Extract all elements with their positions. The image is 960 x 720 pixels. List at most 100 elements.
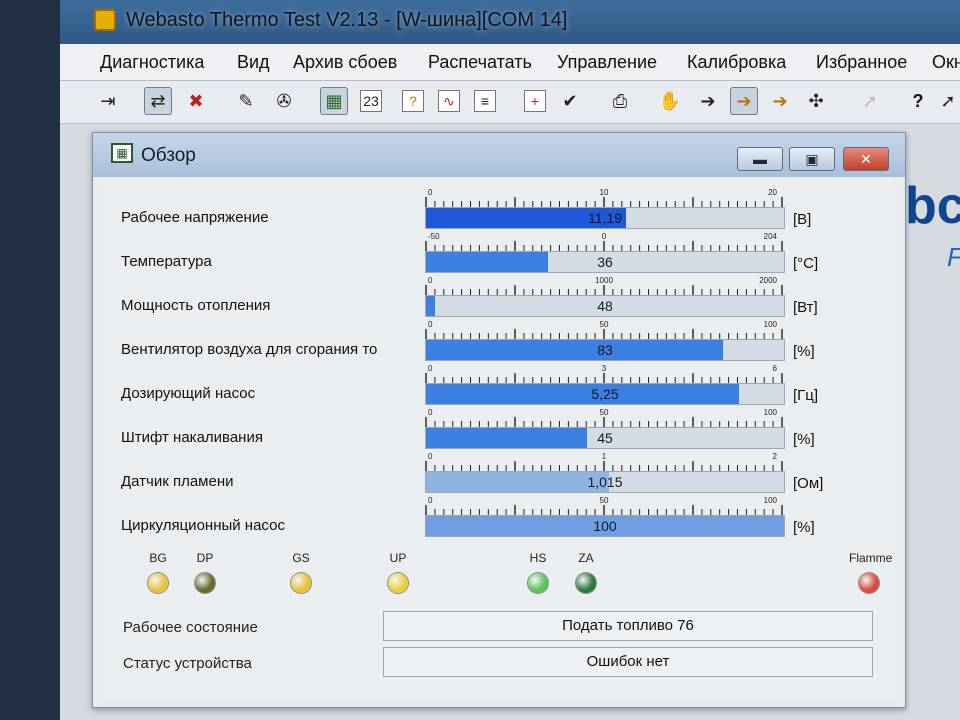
status-led-icon [528, 573, 548, 593]
heater-icon[interactable]: ➔ [766, 87, 794, 115]
close-button[interactable]: ✕ [843, 147, 889, 171]
menu-calibration[interactable]: Калибровка [687, 52, 786, 73]
stop-icon[interactable]: ✖ [182, 87, 210, 115]
gauge-row: Вентилятор воздуха для сгорания то 0 50 100… [103, 315, 893, 361]
gauge-value: 45 [597, 430, 613, 446]
tool-icon[interactable]: ✎ [232, 87, 260, 115]
gauge-row: Температура -50 0 204 36 [°C] [103, 227, 893, 273]
operating-state-field: Подать топливо 76 [383, 611, 873, 641]
menu-favorites[interactable]: Избранное [816, 52, 907, 73]
scale-label: 204 [764, 232, 778, 241]
exit-icon[interactable]: ⇥ [94, 87, 122, 115]
gauge-unit: [%] [793, 343, 815, 360]
fan-icon[interactable]: ✣ [802, 87, 830, 115]
overview-title-bar[interactable]: ▦ Обзор ▬ ▣ ✕ [93, 133, 905, 177]
status-led-icon [291, 573, 311, 593]
gauge-scale: 0 10 20 [425, 188, 783, 207]
scale-label: 100 [764, 496, 778, 505]
overview-body: Рабочее напряжение 0 10 20 11,19 [В] Температу… [103, 177, 893, 699]
webasto-app-icon [94, 9, 116, 31]
menu-bar: Диагностика Вид Архив сбоев Распечатать … [60, 44, 960, 81]
scale-label: 100 [764, 408, 778, 417]
overview-window-icon: ▦ [111, 143, 133, 163]
minimize-button[interactable]: ▬ [737, 147, 783, 171]
gauge-scale: 0 50 100 [425, 408, 783, 427]
title-bar[interactable]: Webasto Thermo Test V2.13 - [W-шина][COM… [60, 0, 960, 44]
gauge-value: 11,19 [588, 210, 622, 226]
overview-icon[interactable]: ▦ [320, 87, 348, 115]
scale-label: 2000 [759, 276, 777, 285]
arrow-icon[interactable]: ➔ [694, 87, 722, 115]
menu-control[interactable]: Управление [557, 52, 657, 73]
plus-icon[interactable]: + [524, 90, 546, 112]
gauge-scale: 0 50 100 [425, 496, 783, 515]
device-status-field: Ошибок нет [383, 647, 873, 677]
gauge-row: Штифт накаливания 0 50 100 45 [%] [103, 403, 893, 449]
overview-title: Обзор [141, 145, 196, 166]
chart-icon[interactable]: ∿ [438, 90, 460, 112]
gauge-value: 1,015 [587, 474, 623, 490]
help-box-icon[interactable]: ? [402, 90, 424, 112]
gauge-scale: 0 50 100 [425, 320, 783, 339]
gauge-row: Рабочее напряжение 0 10 20 11,19 [В] [103, 183, 893, 229]
menu-diagnostics[interactable]: Диагностика [100, 52, 204, 73]
print-icon[interactable]: ⎙ [606, 87, 634, 115]
scale-label: 0 [602, 232, 607, 241]
gauge-label: Рабочее напряжение [121, 209, 269, 226]
scale-label: 50 [600, 320, 609, 329]
pointer-icon[interactable]: ➚ [934, 87, 960, 115]
device-status-label: Статус устройства [123, 655, 252, 672]
question-icon[interactable]: ? [904, 87, 932, 115]
list-icon[interactable]: ≡ [474, 90, 496, 112]
paint-icon[interactable]: ✇ [270, 87, 298, 115]
gauge-value: 83 [597, 342, 613, 358]
gauge-label: Циркуляционный насос [121, 517, 285, 534]
table-icon[interactable]: 23 [360, 90, 382, 112]
gauge-label: Температура [121, 253, 212, 270]
heater-on-icon[interactable]: ➔ [730, 87, 758, 115]
scale-label: -50 [428, 232, 440, 241]
led-label: HS [529, 551, 547, 565]
scale-label: 1000 [595, 276, 613, 285]
gauge-unit: [°C] [793, 255, 819, 272]
scale-label: 2 [773, 452, 778, 461]
scale-label: 0 [428, 320, 433, 329]
gauge-unit: [%] [793, 519, 815, 536]
gauge-row: Циркуляционный насос 0 50 100 100 [%] [103, 491, 893, 537]
desktop-edge [0, 0, 60, 720]
menu-window[interactable]: Окн [932, 52, 960, 73]
gauge-scale: 0 3 6 [425, 364, 783, 383]
scale-label: 50 [600, 408, 609, 417]
gauge-bar: 83 [425, 339, 785, 361]
menu-fault-archive[interactable]: Архив сбоев [293, 52, 397, 73]
gauge-label: Штифт накаливания [121, 429, 263, 446]
scale-label: 0 [428, 452, 433, 461]
status-led-icon [148, 573, 168, 593]
scale-label: 3 [602, 364, 607, 373]
gauge-row: Мощность отопления 0 1000 2000 48 [Вт] [103, 271, 893, 317]
maximize-button[interactable]: ▣ [789, 147, 835, 171]
hand-icon[interactable]: ✋ [656, 87, 684, 115]
scale-label: 0 [428, 364, 433, 373]
scale-label: 0 [428, 496, 433, 505]
gauge-label: Вентилятор воздуха для сгорания то [121, 341, 378, 358]
overview-window: ▦ Обзор ▬ ▣ ✕ Рабочее напряжение 0 10 20 11,… [92, 132, 906, 708]
gauge-bar: 45 [425, 427, 785, 449]
gauge-scale: 0 1 2 [425, 452, 783, 471]
scale-label: 1 [602, 452, 607, 461]
led-label: GS [292, 551, 310, 565]
check-icon[interactable]: ✔ [556, 87, 584, 115]
refresh-icon[interactable]: ⇄ [144, 87, 172, 115]
menu-print[interactable]: Распечатать [428, 52, 532, 73]
scale-label: 0 [428, 188, 433, 197]
menu-view[interactable]: Вид [237, 52, 270, 73]
scale-label: 20 [768, 188, 777, 197]
gauge-bar: 1,015 [425, 471, 785, 493]
scale-label: 10 [600, 188, 609, 197]
gauge-unit: [В] [793, 211, 812, 228]
gauge-row: Дозирующий насос 0 3 6 5,25 [Гц] [103, 359, 893, 405]
gauge-unit: [Гц] [793, 387, 819, 404]
gauge-value: 36 [597, 254, 613, 270]
gauge-unit: [Вт] [793, 299, 818, 316]
scale-label: 100 [764, 320, 778, 329]
